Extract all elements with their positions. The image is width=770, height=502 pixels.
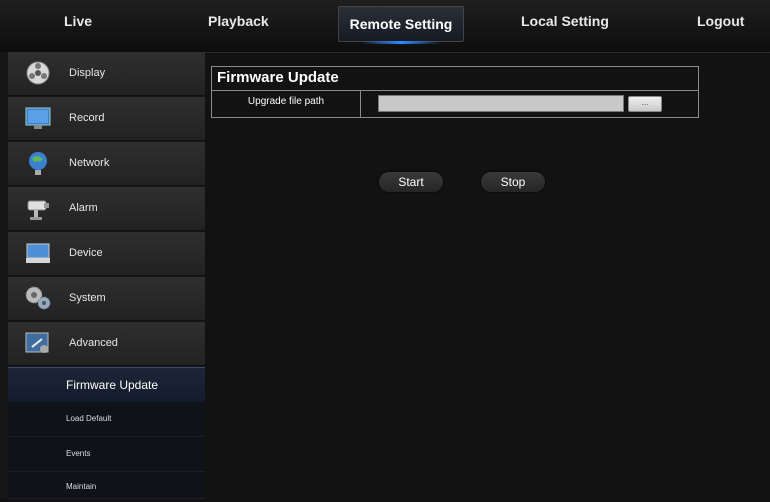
display-icon xyxy=(24,60,52,86)
sidebar-item-display[interactable]: Display xyxy=(8,52,205,96)
sidebar-subitem-events[interactable]: Events xyxy=(8,437,205,472)
sidebar-item-advanced[interactable]: Advanced xyxy=(8,322,205,366)
upgrade-path-row: Upgrade file path ... xyxy=(212,90,698,118)
sidebar-subitem-label: Load Default xyxy=(66,414,112,423)
sidebar-item-label: System xyxy=(69,292,106,304)
firmware-update-panel: Firmware Update Upgrade file path ... xyxy=(211,66,699,118)
sidebar-subitem-label: Events xyxy=(66,449,91,458)
top-nav: Live Playback Remote Setting Local Setti… xyxy=(0,0,770,53)
device-icon xyxy=(24,240,52,266)
alarm-icon xyxy=(24,195,52,221)
sidebar-item-label: Network xyxy=(69,157,110,169)
sidebar-item-label: Alarm xyxy=(69,202,98,214)
network-icon xyxy=(24,150,52,176)
sidebar-item-label: Advanced xyxy=(69,337,118,349)
sidebar-item-alarm[interactable]: Alarm xyxy=(8,187,205,231)
stop-button[interactable]: Stop xyxy=(481,172,545,192)
sidebar-item-network[interactable]: Network xyxy=(8,142,205,186)
upgrade-path-input[interactable] xyxy=(378,95,624,112)
page-title: Firmware Update xyxy=(217,69,339,86)
record-icon xyxy=(24,105,52,131)
sidebar-item-record[interactable]: Record xyxy=(8,97,205,141)
sidebar-item-label: Device xyxy=(69,247,103,259)
advanced-icon xyxy=(24,330,52,356)
nav-local-setting[interactable]: Local Setting xyxy=(521,0,609,42)
sidebar: Display Record Network Alarm Device Syst… xyxy=(0,52,205,499)
sidebar-item-system[interactable]: System xyxy=(8,277,205,321)
nav-live[interactable]: Live xyxy=(64,0,92,42)
sidebar-item-label: Display xyxy=(69,67,106,79)
start-button[interactable]: Start xyxy=(379,172,443,192)
sidebar-item-device[interactable]: Device xyxy=(8,232,205,276)
browse-button[interactable]: ... xyxy=(628,96,662,112)
system-icon xyxy=(24,285,52,311)
sidebar-subitem-load-default[interactable]: Load Default xyxy=(8,402,205,437)
upgrade-path-label: Upgrade file path xyxy=(212,91,361,118)
nav-logout[interactable]: Logout xyxy=(697,0,744,42)
sidebar-subitem-label: Firmware Update xyxy=(66,378,159,392)
sidebar-subitem-maintain[interactable]: Maintain xyxy=(8,472,205,499)
nav-remote-setting[interactable]: Remote Setting xyxy=(338,6,464,44)
nav-playback[interactable]: Playback xyxy=(208,0,269,42)
sidebar-subitem-firmware-update[interactable]: Firmware Update xyxy=(8,367,205,403)
sidebar-item-label: Record xyxy=(69,112,105,124)
